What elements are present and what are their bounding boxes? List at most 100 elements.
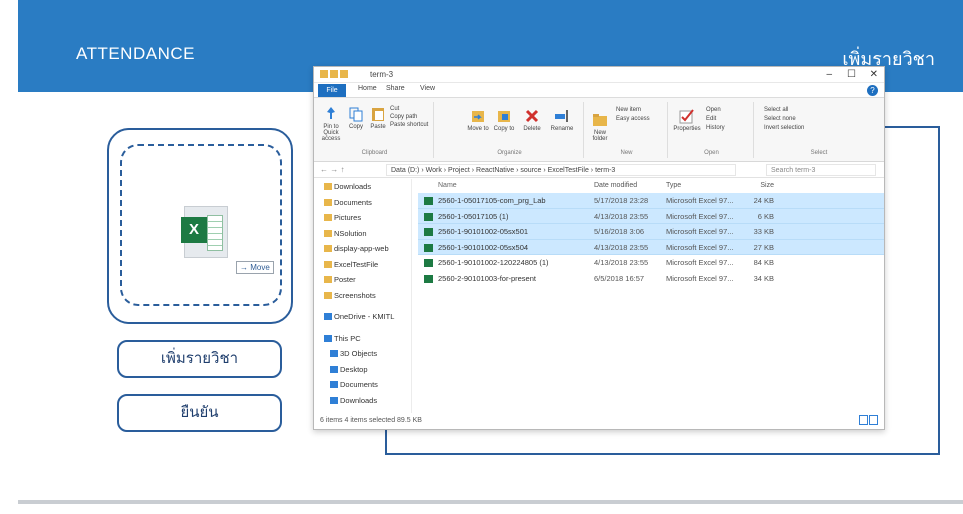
- ribbon-group-new: New folder New item Easy access New: [586, 102, 668, 158]
- nav-item[interactable]: Downloads: [314, 393, 411, 409]
- nav-item[interactable]: 3D Objects: [314, 346, 411, 362]
- copy-to-button[interactable]: Copy to: [492, 108, 516, 132]
- copy-path-button[interactable]: Copy path: [390, 113, 434, 121]
- move-to-button[interactable]: Move to: [466, 108, 490, 132]
- open-small-actions: Open Edit History: [706, 106, 752, 133]
- file-row[interactable]: 2560-2-90101003-for-present 6/5/2018 16:5…: [418, 271, 884, 287]
- file-rows: 2560-1-05017105-com_prg_Lab 5/17/2018 23:…: [418, 193, 884, 286]
- details-view-icon[interactable]: [859, 415, 868, 425]
- paste-button[interactable]: Paste: [368, 106, 388, 130]
- status-bar: 6 items 4 items selected 89.5 KB: [320, 417, 422, 424]
- file-row[interactable]: 2560-1-90101002-120224805 (1) 4/13/2018 2…: [418, 255, 884, 271]
- excel-file-icon: [424, 274, 433, 283]
- confirm-button[interactable]: ยืนยัน: [117, 394, 282, 432]
- folder-icon: [324, 245, 332, 252]
- nav-item-label: Documents: [340, 380, 378, 389]
- nav-item[interactable]: Desktop: [314, 362, 411, 378]
- file-date: 4/13/2018 23:55: [594, 258, 649, 267]
- file-type: Microsoft Excel 97...: [666, 258, 734, 267]
- nav-item[interactable]: Documents: [314, 377, 411, 393]
- history-button[interactable]: History: [706, 124, 752, 133]
- file-row[interactable]: 2560-1-90101002-05sx504 4/13/2018 23:55 Mi…: [418, 239, 884, 255]
- file-type: Microsoft Excel 97...: [666, 227, 734, 236]
- file-list[interactable]: Name Date modified Type Size 2560-1-0501…: [418, 179, 884, 286]
- nav-arrows[interactable]: ← → ↑: [320, 165, 344, 174]
- column-name[interactable]: Name: [438, 182, 457, 189]
- nav-item[interactable]: Documents: [314, 195, 411, 211]
- rename-button[interactable]: Rename: [548, 108, 576, 132]
- file-drop-zone[interactable]: X → Move: [120, 144, 282, 306]
- new-folder-icon: [593, 114, 607, 126]
- navigation-pane[interactable]: Downloads Documents Pictures NSolution displ…: [314, 179, 412, 413]
- view-toggle[interactable]: [858, 415, 880, 427]
- tab-share[interactable]: Share: [386, 85, 405, 92]
- new-item-button[interactable]: New item: [616, 106, 666, 115]
- select-none-button[interactable]: Select none: [764, 115, 864, 124]
- nav-item[interactable]: Pictures: [314, 210, 411, 226]
- column-date[interactable]: Date modified: [594, 182, 637, 189]
- column-size[interactable]: Size: [734, 182, 774, 189]
- new-folder-button[interactable]: New folder: [588, 112, 612, 142]
- file-size: 6 KB: [757, 211, 774, 221]
- file-date: 5/17/2018 23:28: [594, 196, 649, 205]
- search-input[interactable]: Search term-3: [766, 164, 876, 176]
- open-button[interactable]: Open: [706, 106, 752, 115]
- copy-label: Copy: [348, 124, 363, 130]
- file-row[interactable]: 2560-1-05017105 (1) 4/13/2018 23:55 Micros…: [418, 208, 884, 224]
- nav-item[interactable]: NSolution: [314, 226, 411, 242]
- file-type: Microsoft Excel 97...: [666, 242, 734, 252]
- file-drop-card[interactable]: X → Move: [107, 128, 293, 324]
- column-type[interactable]: Type: [666, 182, 681, 189]
- nav-item[interactable]: display-app-web: [314, 241, 411, 257]
- help-icon[interactable]: ?: [867, 85, 878, 96]
- edit-button[interactable]: Edit: [706, 115, 752, 124]
- file-explorer-window[interactable]: term-3 – ☐ ✕ File Home Share View ? Pin …: [313, 66, 885, 430]
- drive-icon: [330, 365, 338, 373]
- delete-button[interactable]: Delete: [520, 108, 544, 132]
- tab-view[interactable]: View: [420, 85, 435, 92]
- drive-icon: [324, 313, 332, 320]
- address-bar[interactable]: Data (D:) › Work › Project › ReactNative…: [386, 164, 736, 176]
- nav-item[interactable]: Poster: [314, 272, 411, 288]
- file-row[interactable]: 2560-1-05017105-com_prg_Lab 5/17/2018 23:…: [418, 193, 884, 209]
- nav-item-label: Documents: [334, 197, 372, 207]
- explorer-titlebar[interactable]: term-3 – ☐ ✕: [314, 67, 884, 83]
- close-button[interactable]: ✕: [870, 69, 878, 80]
- properties-button[interactable]: Properties: [672, 108, 702, 132]
- tab-file[interactable]: File: [318, 84, 346, 97]
- tab-home[interactable]: Home: [358, 85, 377, 92]
- minimize-button[interactable]: –: [826, 69, 832, 80]
- organize-group-label: Organize: [497, 150, 522, 156]
- nav-item[interactable]: This PC: [314, 331, 411, 347]
- easy-access-button[interactable]: Easy access: [616, 115, 666, 124]
- paste-shortcut-button[interactable]: Paste shortcut: [390, 121, 434, 129]
- invert-selection-button[interactable]: Invert selection: [764, 124, 864, 133]
- bottom-scrollbar[interactable]: [18, 500, 963, 504]
- nav-item[interactable]: OneDrive - KMITL: [314, 309, 411, 325]
- file-name: 2560-1-05017105-com_prg_Lab: [438, 196, 546, 205]
- pin-quick-access-button[interactable]: Pin to Quick access: [318, 106, 344, 142]
- clipboard-icon: [372, 108, 384, 121]
- cut-button[interactable]: Cut: [390, 105, 434, 113]
- tiles-view-icon[interactable]: [869, 415, 878, 425]
- nav-item-label: Pictures: [334, 213, 362, 222]
- folder-icon: [324, 214, 332, 221]
- paste-label: Paste: [370, 124, 386, 130]
- file-size: 34 KB: [753, 273, 774, 283]
- quick-access-toolbar[interactable]: [320, 70, 360, 79]
- open-group-label: Open: [704, 150, 719, 156]
- select-all-button[interactable]: Select all: [764, 106, 864, 115]
- nav-item-label: OneDrive - KMITL: [334, 312, 395, 321]
- nav-item[interactable]: Screenshots: [314, 288, 411, 304]
- address-bar-row: ← → ↑ Data (D:) › Work › Project › React…: [314, 162, 884, 178]
- copy-button[interactable]: Copy: [346, 106, 366, 130]
- delete-x-icon: [525, 109, 539, 123]
- file-row[interactable]: 2560-1-90101002-05sx501 5/16/2018 3:06 Mic…: [418, 224, 884, 240]
- file-size: 27 KB: [753, 242, 774, 252]
- add-course-button[interactable]: เพิ่มรายวิชา: [117, 340, 282, 378]
- ribbon-group-organize: Move to Copy to Delete Rename Organize: [436, 102, 584, 158]
- nav-item[interactable]: Downloads: [314, 179, 411, 195]
- file-name: 2560-1-05017105 (1): [438, 211, 509, 221]
- maximize-button[interactable]: ☐: [847, 69, 856, 80]
- nav-item[interactable]: ExcelTestFile: [314, 257, 411, 273]
